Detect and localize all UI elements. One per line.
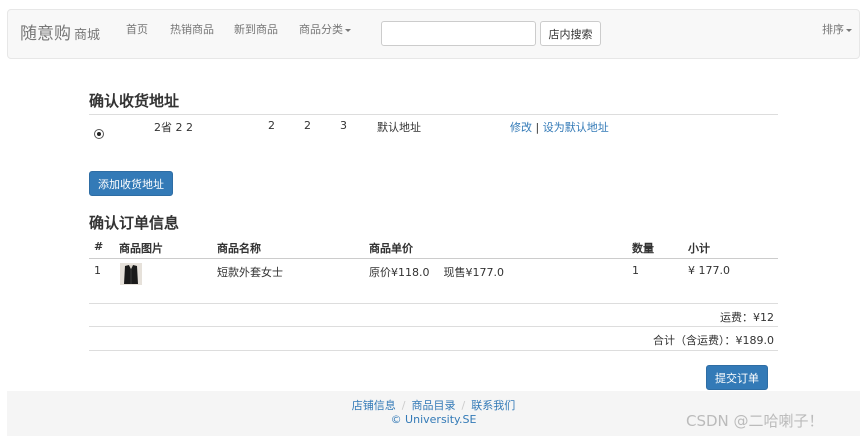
address-radio[interactable]	[94, 129, 104, 139]
column-header-subtotal: 小计	[688, 242, 710, 255]
address-default-label: 默认地址	[377, 121, 421, 134]
product-name: 短款外套女士	[217, 266, 283, 279]
caret-down-icon	[345, 28, 351, 32]
footer-link-contact[interactable]: 联系我们	[471, 399, 515, 412]
footer-separator: /	[401, 399, 406, 412]
sort-dropdown-label: 排序	[822, 23, 844, 36]
table-header-divider	[89, 258, 778, 259]
nav-link-new[interactable]: 新到商品	[234, 21, 278, 37]
divider	[89, 114, 778, 115]
brand-sub: 商城	[74, 28, 101, 43]
address-field-1: 2	[268, 119, 275, 132]
sort-dropdown[interactable]: 排序	[822, 21, 852, 37]
divider	[89, 326, 778, 327]
divider	[89, 303, 778, 304]
column-header-quantity: 数量	[632, 242, 654, 255]
product-price: 原价¥118.0 现售¥177.0	[369, 266, 504, 279]
shipping-fee: 运费：¥12	[720, 311, 774, 324]
address-field-3: 3	[340, 119, 347, 132]
column-header-name: 商品名称	[217, 242, 261, 255]
search-button[interactable]: 店内搜索	[540, 21, 601, 46]
address-region: 2省 2 2	[154, 121, 193, 134]
product-subtotal: ¥ 177.0	[688, 264, 730, 277]
category-dropdown-label: 商品分类	[299, 23, 343, 36]
product-thumbnail[interactable]	[120, 263, 142, 285]
search-input[interactable]	[381, 21, 536, 46]
link-separator: |	[535, 121, 540, 134]
footer-link-catalog[interactable]: 商品目录	[412, 399, 456, 412]
column-header-image: 商品图片	[119, 242, 163, 255]
brand-name: 随意购	[20, 24, 71, 44]
order-total: 合计（含运费）：¥189.0	[653, 334, 774, 347]
add-address-button[interactable]: 添加收货地址	[89, 171, 173, 196]
column-header-price: 商品单价	[369, 242, 413, 255]
set-default-address-link[interactable]: 设为默认地址	[543, 121, 609, 134]
top-navbar: 随意购 商城 首页 热销商品 新到商品 商品分类 店内搜索 排序	[7, 9, 860, 59]
row-index: 1	[94, 264, 101, 277]
csdn-watermark: CSDN @二哈喇子！	[686, 412, 824, 430]
product-quantity: 1	[632, 264, 639, 277]
edit-address-link[interactable]: 修改	[510, 121, 532, 134]
footer-separator: /	[461, 399, 466, 412]
caret-down-icon	[846, 28, 852, 32]
address-section-title: 确认收货地址	[89, 92, 180, 110]
brand-logo[interactable]: 随意购 商城	[20, 19, 100, 44]
category-dropdown[interactable]: 商品分类	[299, 21, 351, 37]
nav-link-home[interactable]: 首页	[126, 21, 148, 37]
footer-link-store-info[interactable]: 店铺信息	[352, 399, 396, 412]
nav-link-hot[interactable]: 热销商品	[170, 21, 214, 37]
jacket-image-icon	[120, 263, 142, 285]
column-header-index: #	[94, 240, 104, 253]
submit-order-button[interactable]: 提交订单	[706, 365, 768, 390]
address-actions: 修改 | 设为默认地址	[510, 119, 609, 135]
address-field-2: 2	[304, 119, 311, 132]
divider	[89, 350, 778, 351]
order-section-title: 确认订单信息	[89, 214, 180, 232]
